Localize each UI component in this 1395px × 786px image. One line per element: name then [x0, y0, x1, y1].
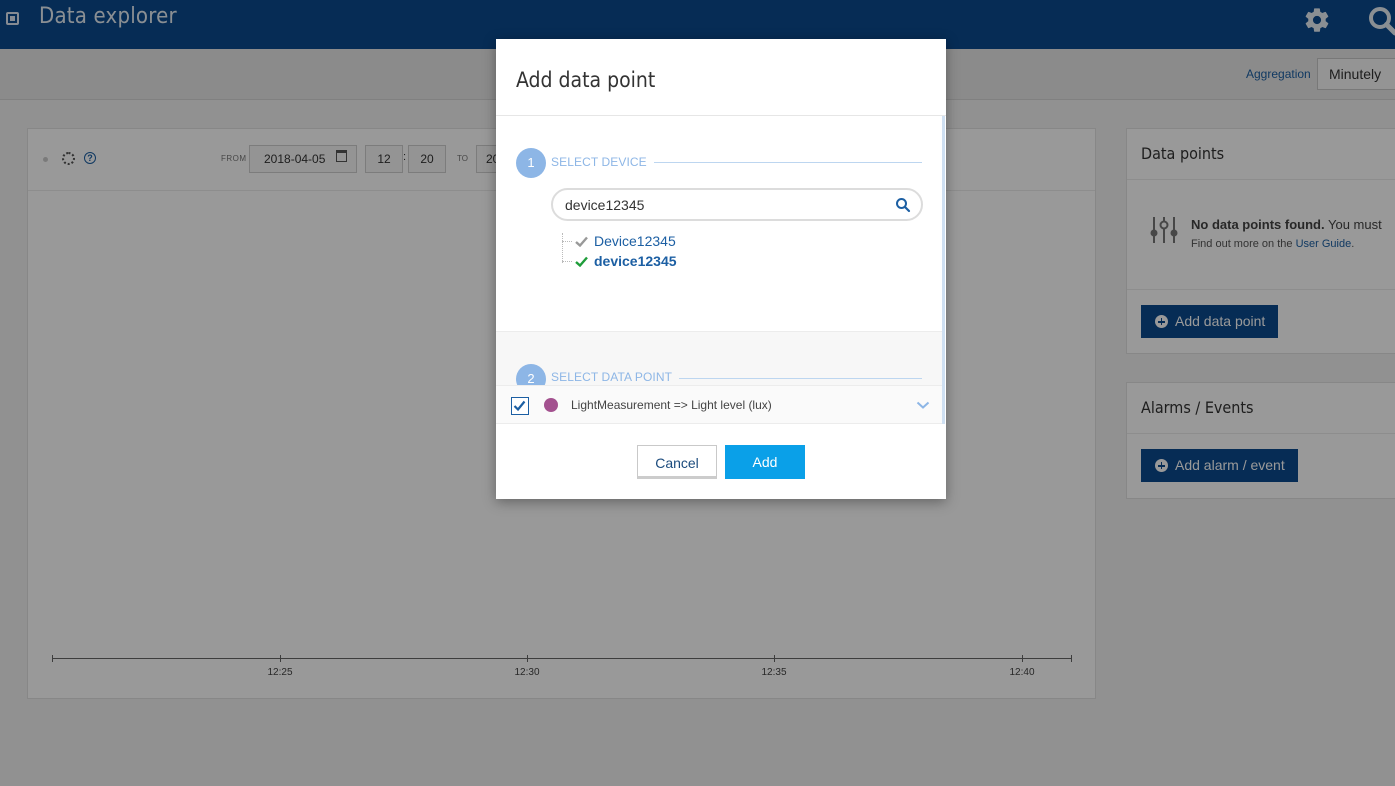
checkmark-icon — [513, 400, 526, 412]
add-data-point-dialog: Add data point 1 SELECT DEVICE device123… — [496, 39, 946, 499]
step-2-rule — [679, 378, 922, 379]
device-search-input[interactable]: device12345 — [551, 188, 923, 221]
tree-connector — [562, 261, 572, 262]
device-tree-item-selected[interactable]: device12345 — [594, 253, 677, 269]
step-2-label: SELECT DATA POINT — [551, 370, 673, 384]
data-point-label: LightMeasurement => Light level (lux) — [571, 398, 772, 412]
chevron-down-icon[interactable] — [916, 400, 930, 410]
data-point-checkbox[interactable] — [511, 397, 529, 415]
add-button[interactable]: Add — [725, 445, 805, 479]
step-1-rule — [654, 162, 922, 163]
device-tree-item[interactable]: Device12345 — [594, 233, 676, 249]
tree-connector — [562, 233, 563, 263]
step-1-badge: 1 — [516, 148, 546, 178]
cancel-button[interactable]: Cancel — [637, 445, 717, 479]
scrollbar[interactable] — [942, 116, 945, 424]
check-icon — [575, 236, 588, 247]
step-1-label: SELECT DEVICE — [551, 155, 647, 169]
data-point-row[interactable]: LightMeasurement => Light level (lux) — [496, 385, 942, 424]
series-color-dot — [544, 398, 558, 412]
check-icon — [575, 256, 588, 267]
tree-connector — [562, 241, 572, 242]
dialog-body: 1 SELECT DEVICE device12345 Device12345 … — [496, 116, 946, 424]
dialog-title: Add data point — [516, 68, 656, 92]
search-icon[interactable] — [895, 197, 911, 213]
